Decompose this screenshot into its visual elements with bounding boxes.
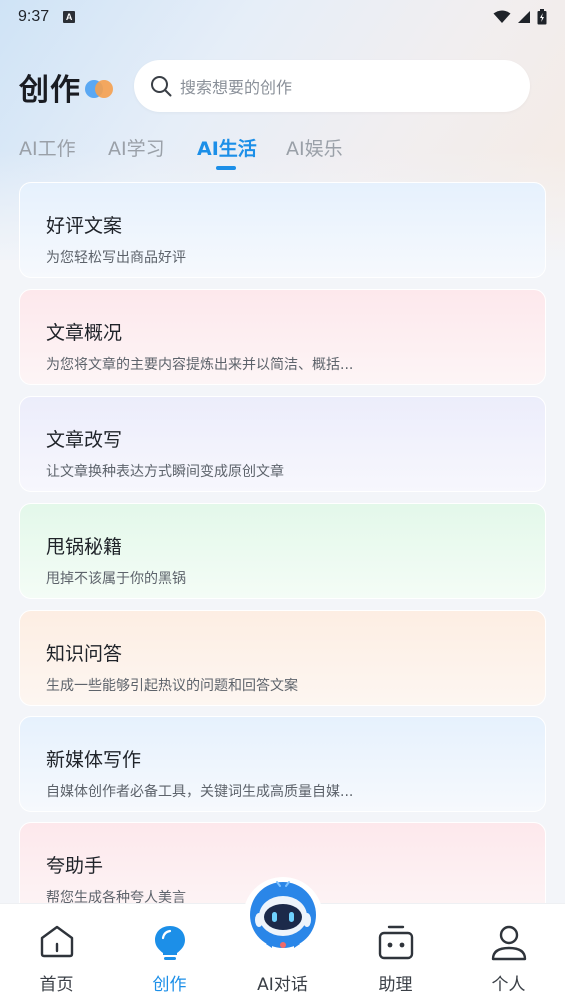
nav-assistant[interactable]: 助理 (339, 904, 452, 1004)
bulb-icon (154, 926, 185, 960)
nav-ai-chat-label: AI对话 (257, 975, 308, 995)
page-title: 创作 (19, 73, 81, 108)
list-item[interactable]: 知识问答 生成一些能够引起热议的问题和回答文案 (19, 610, 546, 706)
search-icon (151, 76, 172, 97)
card-description: 为您轻松写出商品好评 (46, 250, 186, 266)
list-item[interactable]: 新媒体写作 自媒体创作者必备工具，关键词生成高质量自媒... (19, 716, 546, 812)
card-description: 生成一些能够引起热议的问题和回答文案 (46, 678, 298, 694)
status-bar: 9:37 A (0, 0, 565, 34)
list-item[interactable]: 好评文案 为您轻松写出商品好评 (19, 182, 546, 278)
tab-ai-study[interactable]: AI学习 (108, 134, 165, 161)
robot-icon (243, 877, 323, 957)
card-description: 自媒体创作者必备工具，关键词生成高质量自媒... (46, 784, 354, 800)
list-item[interactable]: 文章改写 让文章换种表达方式瞬间变成原创文章 (19, 396, 546, 492)
notification-badge-icon: A (63, 11, 76, 23)
search-placeholder: 搜索想要的创作 (180, 78, 293, 97)
nav-create-label: 创作 (152, 975, 187, 995)
tab-ai-life[interactable]: AI生活 (197, 134, 257, 161)
status-indicators (493, 9, 547, 25)
nav-assistant-label: 助理 (378, 975, 413, 995)
tab-ai-work[interactable]: AI工作 (19, 134, 76, 161)
card-title: 知识问答 (46, 643, 123, 665)
home-icon (40, 925, 73, 958)
wifi-icon (493, 10, 511, 23)
active-tab-indicator (216, 166, 236, 170)
list-item[interactable]: 甩锅秘籍 甩掉不该属于你的黑锅 (19, 503, 546, 599)
nav-create[interactable]: 创作 (113, 904, 226, 1004)
search-input[interactable]: 搜索想要的创作 (134, 60, 530, 112)
ai-chat-robot-button[interactable] (242, 876, 324, 958)
card-title: 文章改写 (46, 429, 123, 451)
nav-home-label: 首页 (39, 975, 74, 995)
title-decoration-icon (85, 78, 117, 98)
page-header: 创作 搜索想要的创作 (0, 60, 565, 114)
battery-icon (537, 9, 547, 25)
list-item[interactable]: 文章概况 为您将文章的主要内容提炼出来并以简洁、概括... (19, 289, 546, 385)
assistant-icon (378, 925, 413, 960)
signal-icon (518, 11, 530, 23)
nav-profile-label: 个人 (491, 975, 526, 995)
card-title: 文章概况 (46, 322, 123, 344)
category-tabs: AI工作 AI学习 AI生活 AI娱乐 (0, 130, 565, 170)
person-icon (491, 925, 526, 961)
tab-ai-entertainment[interactable]: AI娱乐 (286, 134, 343, 161)
nav-home[interactable]: 首页 (0, 904, 113, 1004)
card-description: 让文章换种表达方式瞬间变成原创文章 (46, 464, 284, 480)
card-title: 夸助手 (46, 855, 104, 877)
card-description: 为您将文章的主要内容提炼出来并以简洁、概括... (46, 357, 354, 373)
card-title: 好评文案 (46, 215, 123, 237)
card-title: 甩锅秘籍 (46, 536, 123, 558)
nav-profile[interactable]: 个人 (452, 904, 565, 1004)
status-time: 9:37 (18, 8, 50, 25)
card-description: 甩掉不该属于你的黑锅 (46, 571, 186, 587)
card-title: 新媒体写作 (46, 749, 142, 771)
